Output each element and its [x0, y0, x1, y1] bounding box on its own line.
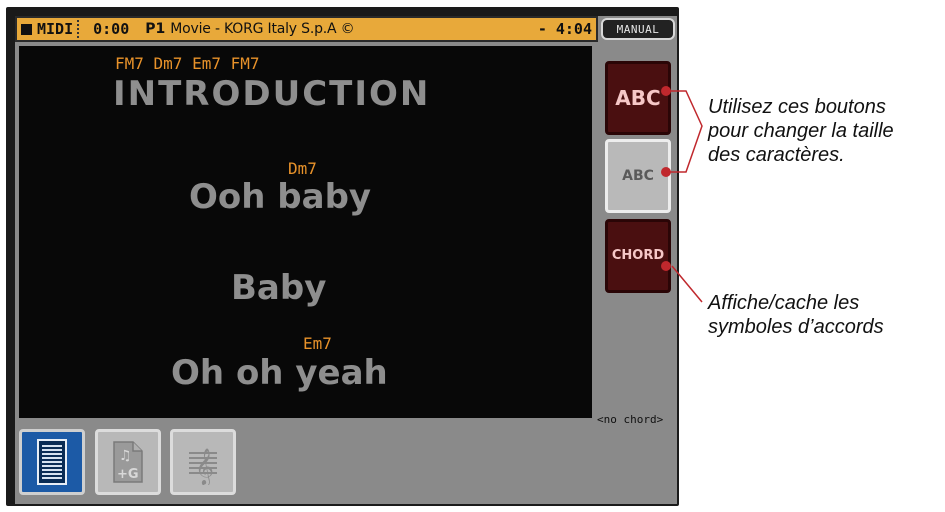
annotation-text-size: Utilisez ces boutons pour changer la tail… — [708, 95, 894, 167]
annotation-line: Affiche/cache les — [708, 292, 860, 314]
annotation-line: Utilisez ces boutons — [708, 96, 886, 118]
annotation-line: pour changer la taille — [708, 120, 894, 142]
annotation-chords: Affiche/cache les symboles d’accords — [708, 291, 884, 339]
annotation-leader-lines — [661, 86, 703, 303]
annotation-line: des caractères. — [708, 144, 845, 166]
annotation-line: symboles d’accords — [708, 316, 884, 338]
